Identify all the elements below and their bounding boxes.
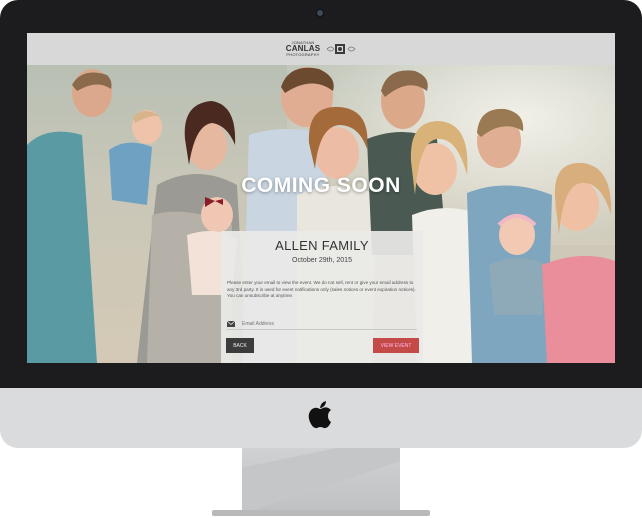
logo-line3: PHOTOGRAPHY	[286, 52, 320, 57]
event-access-card: ALLEN FAMILY October 29th, 2015 Please e…	[221, 231, 423, 363]
site-header: JONATHAN CANLAS PHOTOGRAPHY	[27, 33, 615, 65]
camera-emblem-icon	[326, 44, 356, 54]
event-date: October 29th, 2015	[292, 257, 352, 264]
apple-logo-icon	[308, 401, 331, 429]
email-field-row	[227, 318, 417, 330]
back-button[interactable]: BACK	[226, 338, 254, 353]
view-event-button[interactable]: VIEW EVENT	[373, 338, 419, 353]
screen: JONATHAN CANLAS PHOTOGRAPHY COMING SOON …	[27, 33, 615, 363]
monitor-stand-base	[212, 510, 430, 516]
coming-soon-headline: COMING SOON	[241, 174, 401, 197]
mail-icon	[227, 320, 239, 328]
event-title: ALLEN FAMILY	[275, 238, 369, 253]
privacy-notice: Please enter your email to view the even…	[227, 280, 416, 299]
webcam-icon	[317, 10, 323, 16]
photographer-logo[interactable]: JONATHAN CANLAS PHOTOGRAPHY	[286, 40, 357, 58]
hero-photo: COMING SOON ALLEN FAMILY October 29th, 2…	[27, 65, 615, 363]
logo-wordmark: JONATHAN CANLAS PHOTOGRAPHY	[286, 40, 321, 58]
email-input[interactable]	[239, 318, 412, 329]
